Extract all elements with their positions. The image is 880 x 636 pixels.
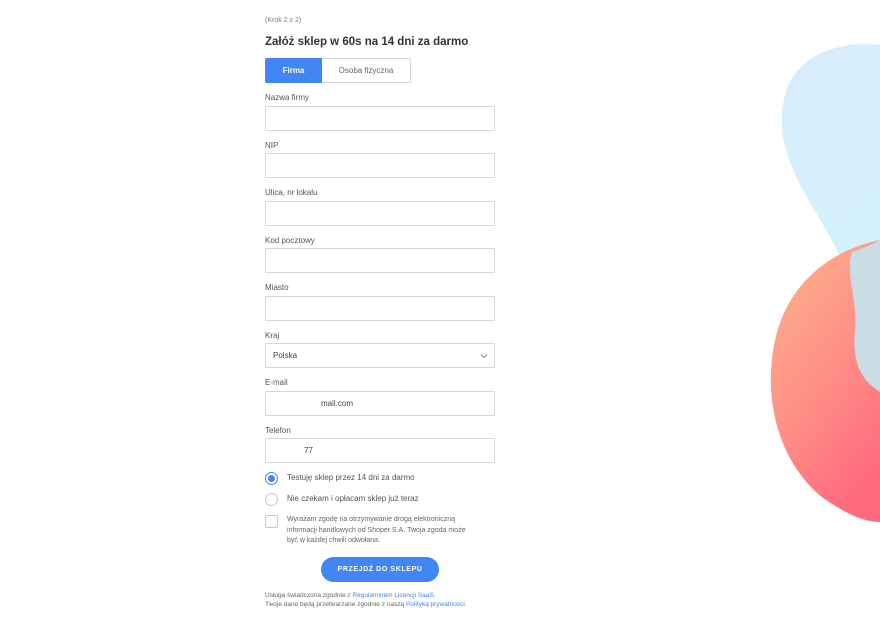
street-label: Ulica, nr lokalu [265,188,318,197]
company-name-input[interactable] [265,106,495,131]
footer-privacy: Twoje dane będą przetwarzane zgodnie z n… [265,601,467,608]
city-label: Miasto [265,283,289,292]
pay-now-radio-label: Nie czekam i opłacam sklep już teraz [287,494,419,503]
phone-label: Telefon [265,426,291,435]
trial-radio[interactable] [265,472,278,485]
email-label: E-mail [265,378,288,387]
email-value: mail.com [321,399,354,408]
phone-value: 77 [304,446,313,455]
page-title: Załóż sklep w 60s na 14 dni za darmo [265,36,469,48]
pay-now-radio[interactable] [265,493,278,506]
phone-field[interactable]: 77 [265,438,495,463]
blob-blue-shape [781,44,880,392]
email-field[interactable]: mail.com [265,391,495,416]
postcode-input[interactable] [265,248,495,273]
plan-option-trial[interactable]: Testuję sklep przez 14 dni za darmo [265,472,415,485]
step-indicator: (Krok 2 z 2) [265,17,302,24]
city-input[interactable] [265,296,495,321]
consent-line-2: informacji handlowych od Shoper S.A. Two… [287,526,466,534]
consent-checkbox[interactable] [265,515,278,528]
plan-option-pay-now[interactable]: Nie czekam i opłacam sklep już teraz [265,493,419,506]
marketing-consent[interactable]: Wyrażam zgodę na otrzymywanie drogą elek… [265,515,487,547]
company-name-label: Nazwa firmy [265,93,310,102]
saas-license-link[interactable]: Regulaminem Licencji SaaS. [352,592,435,599]
privacy-policy-link[interactable]: Polityką prywatności [406,601,465,608]
footer-privacy-suffix: . [464,601,467,608]
footer-terms-text: Usługa świadczona zgodnie z [265,592,353,599]
signup-page: (Krok 2 z 2) Załóż sklep w 60s na 14 dni… [0,0,880,636]
trial-radio-label: Testuję sklep przez 14 dni za darmo [287,473,415,482]
street-input[interactable] [265,201,495,226]
consent-line-1: Wyrażam zgodę na otrzymywanie drogą elek… [287,516,456,523]
country-select[interactable]: Polska [265,343,495,368]
blob-warm-shape [770,240,880,522]
tab-company[interactable]: Firma [265,58,322,83]
country-value: Polska [273,351,298,360]
nip-label: NIP [265,141,279,150]
country-label: Kraj [265,331,280,340]
consent-text: Wyrażam zgodę na otrzymywanie drogą elek… [287,515,487,547]
chevron-down-icon [480,354,488,359]
tab-individual[interactable]: Osoba fizyczna [322,58,411,83]
consent-line-3: być w każdej chwili odwołana. [287,537,380,544]
footer-privacy-text: Twoje dane będą przetwarzane zgodnie z n… [265,601,406,608]
blob-overlap-shape [849,240,880,392]
entity-type-tabs: Firma Osoba fizyczna [265,58,411,83]
postcode-label: Kod pocztowy [265,236,315,245]
nip-input[interactable] [265,153,495,178]
footer-terms: Usługa świadczona zgodnie z Regulaminem … [265,592,436,599]
go-to-shop-button[interactable]: PRZEJDŹ DO SKLEPU [321,557,439,582]
